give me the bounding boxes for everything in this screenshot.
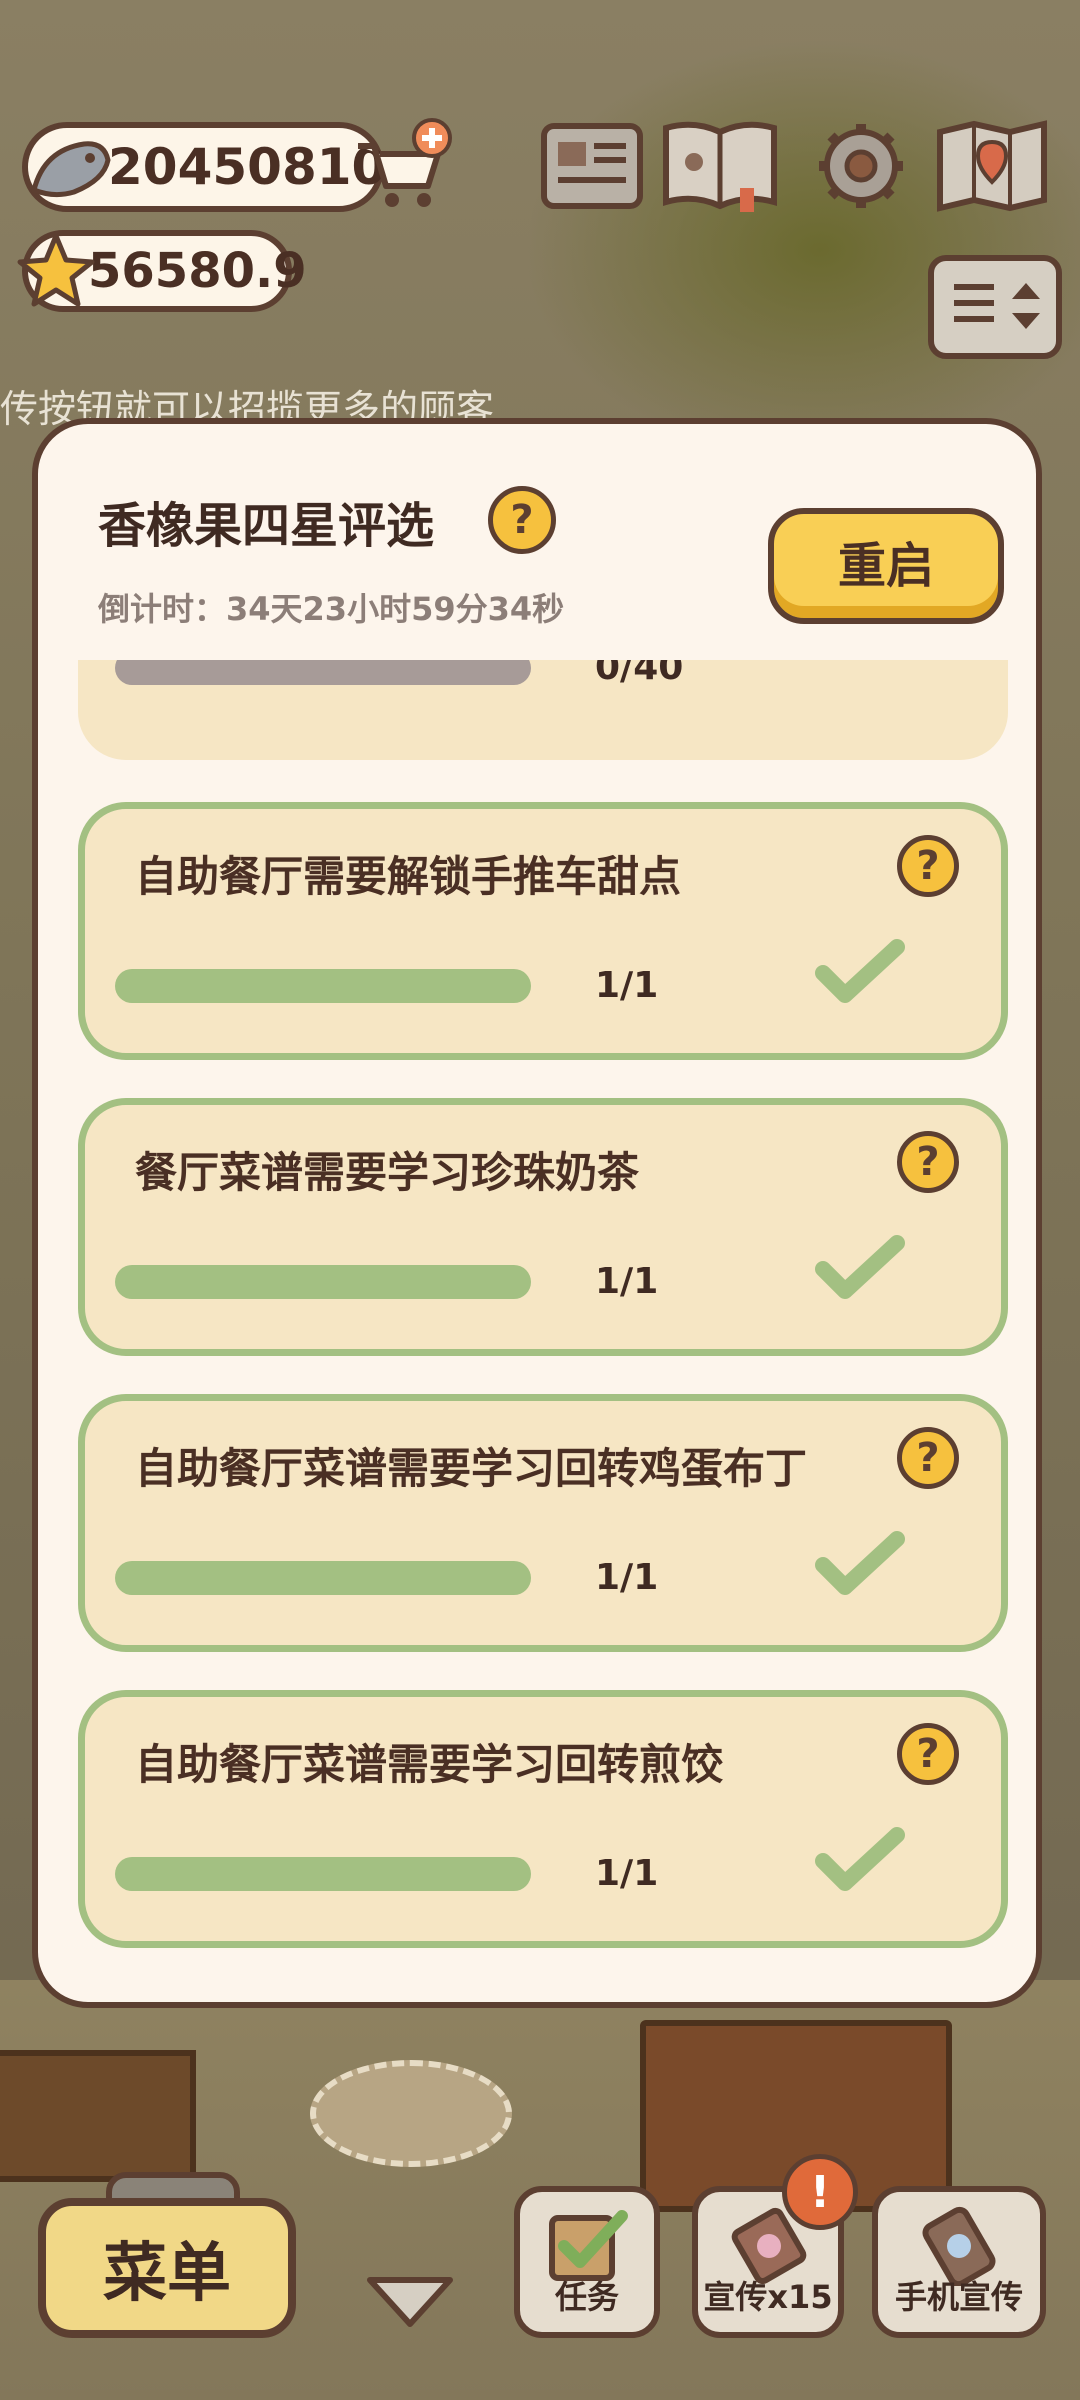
- alert-badge: !: [782, 2154, 858, 2230]
- task-title: 自助餐厅需要解锁手推车甜点: [135, 852, 682, 901]
- recipe-book-icon[interactable]: [660, 118, 780, 214]
- task-help-icon[interactable]: ?: [897, 835, 959, 897]
- tasks-button[interactable]: 任务: [514, 2186, 660, 2338]
- countdown-timer: 倒计时：34天23小时59分34秒: [98, 590, 565, 628]
- map-icon[interactable]: [934, 118, 1050, 214]
- star-amount: 56580.9: [88, 243, 307, 299]
- task-help-icon[interactable]: ?: [897, 1131, 959, 1193]
- progress-bar: [115, 1857, 531, 1891]
- rug: [310, 2060, 512, 2167]
- task-progress: 1/1: [595, 1557, 659, 1598]
- shelf: [0, 2050, 196, 2182]
- task-card: 自助餐厅菜谱需要学习回转鸡蛋布丁 ? 1/1: [78, 1394, 1008, 1652]
- star-currency-counter: 56580.9: [17, 230, 307, 312]
- phone-promote-button[interactable]: 手机宣传: [872, 2186, 1046, 2338]
- progress-bar: [115, 1561, 531, 1595]
- task-title: 自助餐厅菜谱需要学习回转煎饺: [135, 1740, 724, 1789]
- layout-toggle-button[interactable]: [928, 255, 1062, 359]
- task-card: 餐厅菜谱需要学习珍珠奶茶 ? 1/1: [78, 1098, 1008, 1356]
- fish-amount: 20450810: [108, 138, 387, 196]
- task-progress: 1/1: [595, 1261, 659, 1302]
- phone-promote-label: 手机宣传: [894, 2278, 1023, 2316]
- progress-bar: [115, 969, 531, 1003]
- task-card-partial: 0/40: [78, 660, 1008, 760]
- task-card: 自助餐厅菜谱需要学习回转煎饺 ? 1/1: [78, 1690, 1008, 1948]
- task-help-icon[interactable]: ?: [897, 1723, 959, 1785]
- tasks-label: 任务: [554, 2278, 619, 2316]
- restart-button[interactable]: 重启: [768, 508, 1004, 624]
- progress-bar: [115, 1265, 531, 1299]
- task-progress: 0/40: [595, 660, 684, 688]
- rating-dialog: 香橡果四星评选 ? 倒计时：34天23小时59分34秒 重启 0/40 自助餐厅…: [32, 418, 1042, 2008]
- shop-cart-icon[interactable]: [350, 118, 455, 213]
- newspaper-icon[interactable]: [538, 118, 648, 214]
- menu-button[interactable]: 菜单: [38, 2198, 296, 2338]
- checkmark-icon: [815, 1235, 905, 1299]
- task-help-icon[interactable]: ?: [897, 1427, 959, 1489]
- star-icon: [17, 233, 95, 307]
- task-title: 餐厅菜谱需要学习珍珠奶茶: [135, 1148, 640, 1197]
- promote-label: 宣传x15: [703, 2278, 833, 2316]
- task-title: 自助餐厅菜谱需要学习回转鸡蛋布丁: [135, 1444, 808, 1493]
- progress-bar: [115, 660, 531, 685]
- checkmark-icon: [815, 1827, 905, 1891]
- checkmark-icon: [815, 1531, 905, 1595]
- checkmark-icon: [815, 939, 905, 1003]
- task-progress: 1/1: [595, 1853, 659, 1894]
- chevron-down-icon[interactable]: [362, 2268, 458, 2332]
- title-help-icon[interactable]: ?: [488, 486, 556, 554]
- settings-gear-icon[interactable]: [806, 118, 916, 214]
- fish-icon: [31, 141, 111, 198]
- sort-arrows-icon: [954, 283, 1040, 329]
- dialog-title: 香橡果四星评选: [98, 498, 435, 554]
- task-list[interactable]: 0/40 自助餐厅需要解锁手推车甜点 ? 1/1 餐厅菜谱需要学习珍珠奶茶 ? …: [78, 660, 1008, 1990]
- task-progress: 1/1: [595, 965, 659, 1006]
- fish-currency-counter: 20450810: [22, 122, 387, 212]
- task-card: 自助餐厅需要解锁手推车甜点 ? 1/1: [78, 802, 1008, 1060]
